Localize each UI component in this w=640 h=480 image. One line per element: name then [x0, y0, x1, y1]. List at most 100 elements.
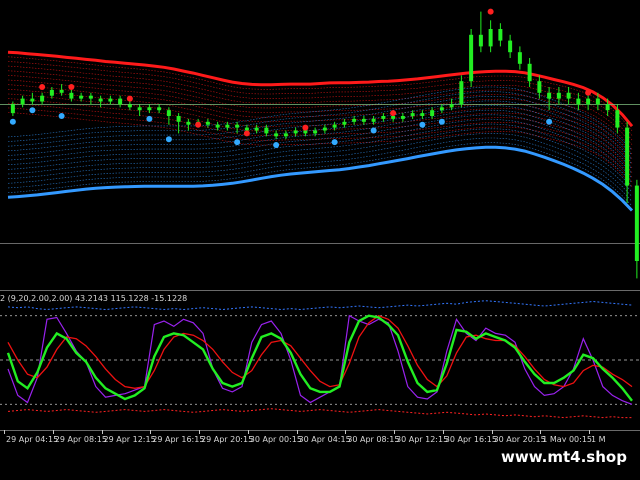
candle-body [498, 29, 503, 41]
candle-body [254, 127, 259, 131]
signal-dot [58, 113, 65, 119]
upper-band-line [7, 61, 633, 136]
candle-body [147, 107, 152, 111]
candle-body [264, 127, 269, 134]
candle-body [10, 104, 15, 114]
price-chart [0, 8, 640, 279]
lower-band-line [7, 128, 633, 193]
candle-body [322, 127, 327, 131]
candle-body [303, 130, 308, 134]
lower-band-line [7, 142, 633, 207]
lower-band-line [7, 96, 633, 160]
candle-body [244, 127, 249, 131]
candle-body [313, 130, 318, 134]
candle-body [205, 121, 210, 125]
upper-band-line [7, 84, 633, 159]
time-tick-mark [491, 430, 493, 434]
signal-dot [585, 89, 592, 96]
candle-body [488, 29, 493, 47]
signal-dot [390, 110, 397, 117]
candle-body [634, 185, 639, 261]
candle-body [49, 89, 54, 96]
candle-body [537, 81, 542, 93]
candle-body [556, 92, 561, 99]
time-tick-mark [247, 430, 249, 434]
candle-body [88, 95, 93, 99]
time-tick-mark [589, 430, 590, 434]
candle-body [615, 110, 620, 128]
candle-body [605, 104, 610, 111]
signal-dot [370, 127, 377, 134]
candle-body [527, 63, 532, 82]
time-tick-label: 29 Apr 12:15 [103, 435, 156, 444]
candle-body [342, 121, 347, 125]
candle-body [547, 92, 552, 99]
signal-dot [546, 118, 553, 125]
signal-dot [68, 84, 75, 90]
time-tick-label: 29 Apr 16:15 [152, 435, 205, 444]
candle-body [361, 118, 366, 122]
time-tick-label: 30 Apr 08:15 [347, 435, 400, 444]
candle-body [293, 130, 298, 134]
time-tick-mark [540, 430, 542, 434]
candle-body [352, 118, 357, 122]
candle-body [186, 121, 191, 125]
upper-band-line [7, 102, 633, 178]
candle-body [381, 116, 386, 119]
time-tick-label: 29 Apr 04:15 [6, 435, 59, 444]
candle-body [400, 116, 405, 119]
candle-body [449, 104, 454, 108]
lower-band-line [7, 114, 633, 179]
candle-body [586, 98, 591, 105]
signal-dot [438, 118, 445, 125]
candle-body [98, 98, 103, 102]
upper-band-line [7, 98, 633, 173]
time-tick-label: 30 Apr 12:15 [396, 435, 449, 444]
lower-band-line [7, 105, 633, 170]
lower-band-line [7, 119, 633, 183]
time-tick-mark [150, 430, 152, 434]
signal-dot [195, 121, 202, 128]
signal-dot [302, 124, 309, 131]
candle-body [108, 98, 113, 102]
candle-body [274, 133, 279, 137]
candle-body [430, 110, 435, 116]
time-tick-mark [199, 430, 200, 434]
signal-dot [419, 121, 426, 128]
candle-body [420, 113, 425, 116]
upper-band-line [7, 112, 633, 187]
candle-body [508, 40, 513, 53]
time-tick-mark [52, 430, 54, 434]
candle-body [157, 107, 162, 111]
lower-band-line [7, 137, 633, 202]
signal-dot [243, 130, 250, 137]
candle-body [20, 98, 25, 105]
candle-body [478, 34, 483, 47]
candle-body [391, 116, 396, 119]
signal-dot [29, 107, 36, 114]
signal-dot [273, 142, 280, 148]
time-tick-label: 30 Apr 00:15 [249, 435, 302, 444]
candle-body [459, 81, 464, 105]
pane-separator [0, 290, 640, 291]
candle-body [79, 95, 84, 99]
signal-dot [9, 118, 16, 125]
candle-body [439, 107, 444, 111]
indicator-series-3 [6, 314, 633, 402]
lower-band-line [7, 86, 633, 151]
candle-body [40, 95, 45, 102]
signal-dot [331, 139, 338, 146]
candle-body [176, 116, 181, 122]
candle-body [137, 107, 142, 111]
candle-body [595, 98, 600, 105]
lower-band-line [7, 145, 634, 212]
time-tick-mark [296, 430, 298, 434]
candle-body [576, 98, 581, 105]
lower-band-line [7, 109, 633, 174]
time-tick-label: 29 Apr 08:15 [54, 435, 107, 444]
candle-body [118, 98, 123, 105]
signal-dot [487, 8, 494, 15]
time-tick-mark [394, 430, 395, 434]
watermark: www.mt4.shop [496, 442, 632, 472]
time-tick-mark [4, 430, 5, 434]
